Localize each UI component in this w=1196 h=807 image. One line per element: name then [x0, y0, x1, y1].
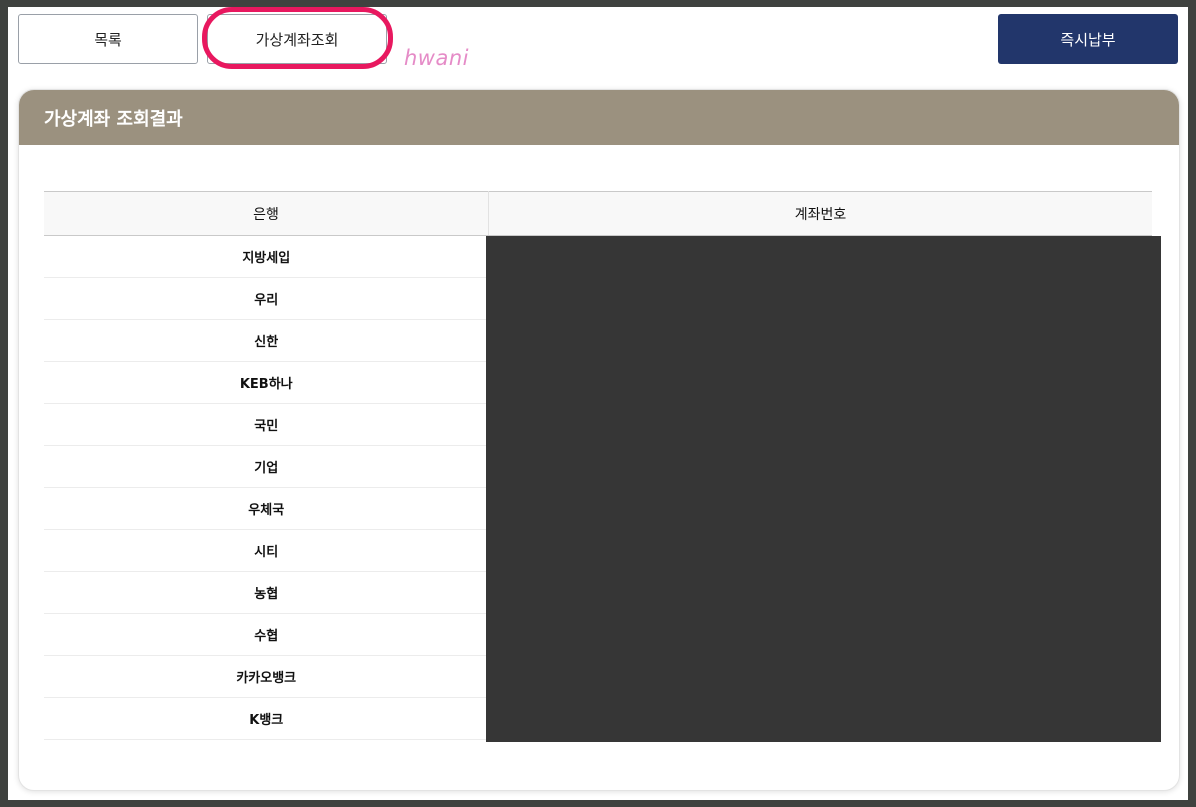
pay-now-button[interactable]: 즉시납부 — [998, 14, 1178, 64]
result-panel: 가상계좌 조회결과 은행 계좌번호 지방세입 우리 신한 KEB하나 국민 기업 우체국 시티… — [18, 89, 1180, 791]
bank-name-cell: 우체국 — [44, 487, 489, 530]
panel-title: 가상계좌 조회결과 — [19, 90, 1179, 145]
virtual-account-lookup-button[interactable]: 가상계좌조회 — [207, 14, 387, 64]
bank-name-cell: 농협 — [44, 571, 489, 614]
page-frame: 목록 가상계좌조회 hwani 즉시납부 가상계좌 조회결과 은행 계좌번호 지… — [8, 7, 1188, 800]
bank-name-cell: 수협 — [44, 613, 489, 656]
bank-name-cell: 시티 — [44, 529, 489, 572]
bank-name-cell: 카카오뱅크 — [44, 655, 489, 698]
bank-name-cell: 지방세입 — [44, 235, 489, 278]
bank-name-cell: 우리 — [44, 277, 489, 320]
list-button-label: 목록 — [94, 30, 122, 49]
bank-name-cell: KEB하나 — [44, 361, 489, 404]
redacted-account-numbers — [486, 236, 1161, 742]
bank-name-cell: K뱅크 — [44, 697, 489, 740]
pay-now-label: 즉시납부 — [1060, 30, 1116, 49]
bank-name-cell: 기업 — [44, 445, 489, 488]
column-header-account-number: 계좌번호 — [488, 191, 1152, 236]
column-header-bank: 은행 — [44, 191, 489, 236]
bank-name-cell: 국민 — [44, 403, 489, 446]
virtual-account-lookup-label: 가상계좌조회 — [255, 30, 339, 49]
list-button[interactable]: 목록 — [18, 14, 198, 64]
table-header-row: 은행 계좌번호 — [44, 191, 1152, 236]
bank-name-cell: 신한 — [44, 319, 489, 362]
watermark-text: hwani — [404, 46, 469, 70]
